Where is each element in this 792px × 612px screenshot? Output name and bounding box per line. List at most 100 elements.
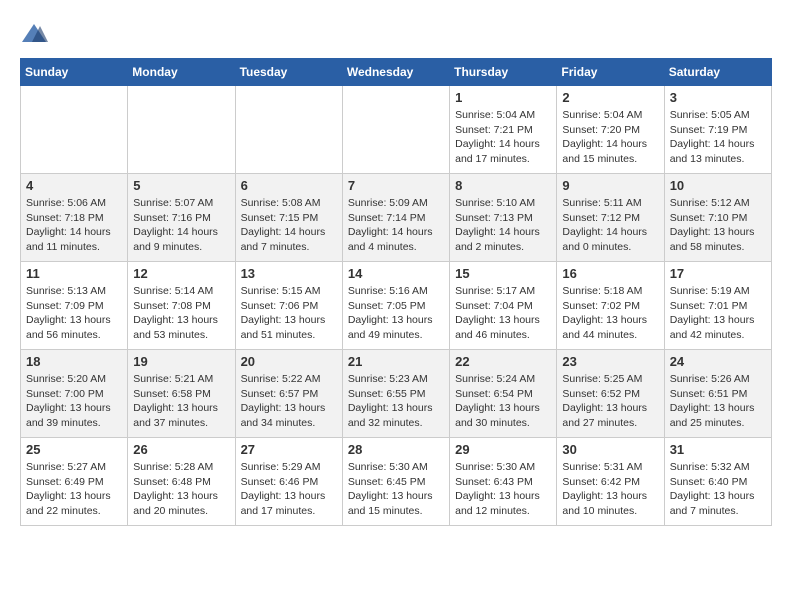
day-number: 14: [348, 266, 444, 281]
day-info: Sunrise: 5:15 AMSunset: 7:06 PMDaylight:…: [241, 284, 337, 343]
day-number: 18: [26, 354, 122, 369]
day-info: Sunrise: 5:05 AMSunset: 7:19 PMDaylight:…: [670, 108, 766, 167]
day-info: Sunrise: 5:29 AMSunset: 6:46 PMDaylight:…: [241, 460, 337, 519]
calendar-cell: 11 Sunrise: 5:13 AMSunset: 7:09 PMDayligh…: [21, 262, 128, 350]
day-of-week-header: Thursday: [450, 59, 557, 86]
day-info: Sunrise: 5:26 AMSunset: 6:51 PMDaylight:…: [670, 372, 766, 431]
day-info: Sunrise: 5:30 AMSunset: 6:43 PMDaylight:…: [455, 460, 551, 519]
calendar-cell: 27 Sunrise: 5:29 AMSunset: 6:46 PMDayligh…: [235, 438, 342, 526]
day-number: 7: [348, 178, 444, 193]
day-number: 5: [133, 178, 229, 193]
calendar-week-row: 4 Sunrise: 5:06 AMSunset: 7:18 PMDaylight…: [21, 174, 772, 262]
day-number: 4: [26, 178, 122, 193]
calendar-cell: 31 Sunrise: 5:32 AMSunset: 6:40 PMDayligh…: [664, 438, 771, 526]
day-info: Sunrise: 5:09 AMSunset: 7:14 PMDaylight:…: [348, 196, 444, 255]
logo: [20, 20, 52, 48]
calendar-cell: 5 Sunrise: 5:07 AMSunset: 7:16 PMDaylight…: [128, 174, 235, 262]
day-info: Sunrise: 5:12 AMSunset: 7:10 PMDaylight:…: [670, 196, 766, 255]
day-of-week-header: Wednesday: [342, 59, 449, 86]
page-header: [20, 20, 772, 48]
calendar-cell: 22Sunrise: 5:24 AMSunset: 6:54 PMDayligh…: [450, 350, 557, 438]
day-info: Sunrise: 5:32 AMSunset: 6:40 PMDaylight:…: [670, 460, 766, 519]
day-info: Sunrise: 5:22 AMSunset: 6:57 PMDaylight:…: [241, 372, 337, 431]
day-info: Sunrise: 5:06 AMSunset: 7:18 PMDaylight:…: [26, 196, 122, 255]
day-number: 13: [241, 266, 337, 281]
day-info: Sunrise: 5:04 AMSunset: 7:20 PMDaylight:…: [562, 108, 658, 167]
day-number: 27: [241, 442, 337, 457]
logo-icon: [20, 20, 48, 48]
day-info: Sunrise: 5:19 AMSunset: 7:01 PMDaylight:…: [670, 284, 766, 343]
day-number: 11: [26, 266, 122, 281]
calendar-cell: [235, 86, 342, 174]
calendar-cell: 21 Sunrise: 5:23 AMSunset: 6:55 PMDayligh…: [342, 350, 449, 438]
calendar-week-row: 18 Sunrise: 5:20 AMSunset: 7:00 PMDayligh…: [21, 350, 772, 438]
day-number: 19: [133, 354, 229, 369]
calendar-cell: 9 Sunrise: 5:11 AMSunset: 7:12 PMDaylight…: [557, 174, 664, 262]
day-info: Sunrise: 5:20 AMSunset: 7:00 PMDaylight:…: [26, 372, 122, 431]
day-number: 23: [562, 354, 658, 369]
day-number: 17: [670, 266, 766, 281]
calendar-week-row: 11 Sunrise: 5:13 AMSunset: 7:09 PMDayligh…: [21, 262, 772, 350]
day-number: 9: [562, 178, 658, 193]
calendar-cell: 2 Sunrise: 5:04 AMSunset: 7:20 PMDaylight…: [557, 86, 664, 174]
calendar-cell: 3Sunrise: 5:05 AMSunset: 7:19 PMDaylight…: [664, 86, 771, 174]
day-number: 6: [241, 178, 337, 193]
day-number: 26: [133, 442, 229, 457]
calendar-cell: 28Sunrise: 5:30 AMSunset: 6:45 PMDayligh…: [342, 438, 449, 526]
day-of-week-header: Tuesday: [235, 59, 342, 86]
calendar-cell: 12Sunrise: 5:14 AMSunset: 7:08 PMDayligh…: [128, 262, 235, 350]
day-number: 10: [670, 178, 766, 193]
calendar-week-row: 1 Sunrise: 5:04 AMSunset: 7:21 PMDaylight…: [21, 86, 772, 174]
day-info: Sunrise: 5:23 AMSunset: 6:55 PMDaylight:…: [348, 372, 444, 431]
day-number: 29: [455, 442, 551, 457]
day-of-week-header: Friday: [557, 59, 664, 86]
day-number: 24: [670, 354, 766, 369]
day-info: Sunrise: 5:13 AMSunset: 7:09 PMDaylight:…: [26, 284, 122, 343]
day-info: Sunrise: 5:18 AMSunset: 7:02 PMDaylight:…: [562, 284, 658, 343]
day-info: Sunrise: 5:14 AMSunset: 7:08 PMDaylight:…: [133, 284, 229, 343]
calendar-cell: 19 Sunrise: 5:21 AMSunset: 6:58 PMDayligh…: [128, 350, 235, 438]
calendar-cell: [342, 86, 449, 174]
calendar-cell: 15Sunrise: 5:17 AMSunset: 7:04 PMDayligh…: [450, 262, 557, 350]
calendar-cell: 17 Sunrise: 5:19 AMSunset: 7:01 PMDayligh…: [664, 262, 771, 350]
calendar-cell: 25 Sunrise: 5:27 AMSunset: 6:49 PMDayligh…: [21, 438, 128, 526]
day-number: 21: [348, 354, 444, 369]
calendar-cell: 30Sunrise: 5:31 AMSunset: 6:42 PMDayligh…: [557, 438, 664, 526]
day-of-week-header: Sunday: [21, 59, 128, 86]
day-of-week-header: Monday: [128, 59, 235, 86]
day-info: Sunrise: 5:07 AMSunset: 7:16 PMDaylight:…: [133, 196, 229, 255]
calendar-cell: 18 Sunrise: 5:20 AMSunset: 7:00 PMDayligh…: [21, 350, 128, 438]
day-info: Sunrise: 5:04 AMSunset: 7:21 PMDaylight:…: [455, 108, 551, 167]
day-info: Sunrise: 5:25 AMSunset: 6:52 PMDaylight:…: [562, 372, 658, 431]
day-number: 30: [562, 442, 658, 457]
day-number: 16: [562, 266, 658, 281]
calendar-cell: 6 Sunrise: 5:08 AMSunset: 7:15 PMDaylight…: [235, 174, 342, 262]
calendar-header-row: SundayMondayTuesdayWednesdayThursdayFrid…: [21, 59, 772, 86]
day-info: Sunrise: 5:27 AMSunset: 6:49 PMDaylight:…: [26, 460, 122, 519]
day-info: Sunrise: 5:16 AMSunset: 7:05 PMDaylight:…: [348, 284, 444, 343]
calendar-cell: [128, 86, 235, 174]
calendar-cell: 13 Sunrise: 5:15 AMSunset: 7:06 PMDayligh…: [235, 262, 342, 350]
day-info: Sunrise: 5:28 AMSunset: 6:48 PMDaylight:…: [133, 460, 229, 519]
day-number: 31: [670, 442, 766, 457]
day-info: Sunrise: 5:30 AMSunset: 6:45 PMDaylight:…: [348, 460, 444, 519]
day-info: Sunrise: 5:21 AMSunset: 6:58 PMDaylight:…: [133, 372, 229, 431]
day-number: 22: [455, 354, 551, 369]
day-number: 20: [241, 354, 337, 369]
day-number: 1: [455, 90, 551, 105]
calendar-cell: 14 Sunrise: 5:16 AMSunset: 7:05 PMDayligh…: [342, 262, 449, 350]
day-number: 25: [26, 442, 122, 457]
calendar-cell: [21, 86, 128, 174]
day-info: Sunrise: 5:08 AMSunset: 7:15 PMDaylight:…: [241, 196, 337, 255]
day-number: 2: [562, 90, 658, 105]
day-info: Sunrise: 5:17 AMSunset: 7:04 PMDaylight:…: [455, 284, 551, 343]
calendar-cell: 8Sunrise: 5:10 AMSunset: 7:13 PMDaylight…: [450, 174, 557, 262]
calendar-cell: 7 Sunrise: 5:09 AMSunset: 7:14 PMDaylight…: [342, 174, 449, 262]
day-number: 8: [455, 178, 551, 193]
calendar-cell: 1 Sunrise: 5:04 AMSunset: 7:21 PMDaylight…: [450, 86, 557, 174]
calendar-cell: 10 Sunrise: 5:12 AMSunset: 7:10 PMDayligh…: [664, 174, 771, 262]
day-of-week-header: Saturday: [664, 59, 771, 86]
calendar-cell: 20 Sunrise: 5:22 AMSunset: 6:57 PMDayligh…: [235, 350, 342, 438]
calendar-cell: 23 Sunrise: 5:25 AMSunset: 6:52 PMDayligh…: [557, 350, 664, 438]
day-info: Sunrise: 5:11 AMSunset: 7:12 PMDaylight:…: [562, 196, 658, 255]
